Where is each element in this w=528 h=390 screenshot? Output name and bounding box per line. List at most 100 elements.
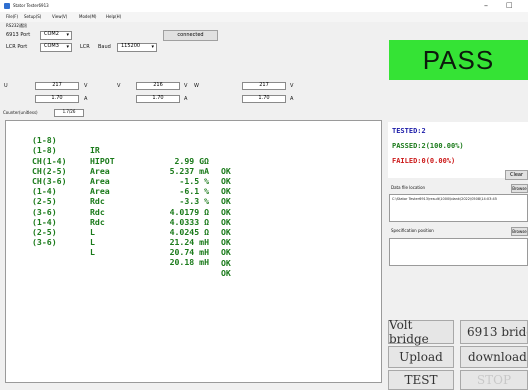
volt-bridge-button[interactable]: Volt bridge	[388, 318, 454, 346]
result-value: -6.1 %	[179, 186, 209, 197]
result-value: 2.99 GΩ	[174, 155, 209, 166]
result-test-name: Rdc	[90, 206, 105, 217]
verdict-display: PASS	[389, 40, 528, 80]
v-volt-unit: V	[184, 83, 188, 89]
result-test-name: L	[90, 237, 95, 248]
chevron-down-icon: ▾	[151, 44, 154, 50]
u-label: U	[4, 83, 8, 89]
menu-setup[interactable]: Setup(S)	[24, 15, 41, 19]
w-volt-unit: V	[290, 83, 294, 89]
counter-label: Counter(unitless)	[3, 110, 38, 115]
stop-button[interactable]: STOP	[460, 370, 528, 390]
result-value: -1.5 %	[179, 175, 209, 186]
bridge-6913-button[interactable]: 6913 bridge	[460, 320, 528, 344]
lcr-port-select-value: COM3	[44, 43, 59, 49]
result-status: OK	[221, 196, 231, 207]
result-value: 20.18 mH	[169, 257, 209, 268]
u-voltage: 217	[35, 82, 79, 90]
baud-select[interactable]: 115200 ▾	[117, 43, 157, 52]
result-position: (3-6)	[32, 237, 57, 248]
result-test-name: L	[90, 247, 95, 258]
result-test-name: Area	[90, 165, 110, 176]
title-bar: Stator Tester6913 – □	[0, 0, 528, 12]
result-test-name: Rdc	[90, 216, 105, 227]
result-test-name: HIPOT	[90, 155, 115, 166]
clear-button[interactable]: Clear	[505, 170, 528, 180]
result-row: CH(2-5) Area -6.1 % OK	[32, 156, 231, 207]
lcr-label: LCR	[80, 44, 90, 50]
test-button[interactable]: TEST	[388, 370, 454, 390]
app-icon	[4, 3, 10, 9]
results-list: (1-8) IR 2.99 GΩ OK (1-8) HIPOT 5.237 mA…	[32, 125, 231, 278]
result-status: OK	[221, 257, 231, 268]
v-current: 1.70	[136, 95, 180, 103]
data-file-browse-button[interactable]: Browse	[511, 184, 528, 193]
result-test-name: Area	[90, 175, 110, 186]
result-status: OK	[221, 216, 231, 227]
result-row: (3-6) Rdc 4.0245 Ω OK	[32, 196, 231, 248]
result-row: (3-6) L 20.18 mH OK	[32, 227, 231, 278]
port-label: 6913 Port	[6, 32, 31, 38]
result-value: 4.0179 Ω	[169, 206, 209, 217]
result-row: (2-5) Rdc 4.0333 Ω OK	[32, 186, 231, 237]
lcr-port-label: LCR Port	[6, 44, 28, 50]
result-status: OK	[221, 165, 231, 176]
menu-help[interactable]: Help(H)	[106, 15, 121, 19]
baud-select-value: 115200	[121, 43, 141, 49]
rs232-group-label: RS232通訊	[6, 23, 27, 28]
v-amp-unit: A	[184, 96, 188, 102]
result-test-name: IR	[90, 145, 100, 156]
menu-bar: File(F) Setup(S) View(V) Mode(M) Help(H)	[0, 12, 528, 22]
w-label: W	[194, 83, 199, 89]
result-row: CH(3-6) Area -3.3 % OK	[32, 166, 231, 217]
result-value: -3.3 %	[179, 196, 209, 207]
baud-label: Baud	[98, 44, 111, 50]
u-volt-unit: V	[84, 83, 88, 89]
window-title: Stator Tester6913	[13, 3, 49, 8]
data-file-path-field[interactable]: C:\Stator Tester6913\result\1000\blank\2…	[389, 194, 528, 222]
maximize-button[interactable]: □	[506, 1, 513, 9]
result-row: CH(1-4) Area -1.5 % OK	[32, 145, 231, 197]
spec-label: Specification position	[391, 228, 434, 233]
v-voltage: 216	[136, 82, 180, 90]
chevron-down-icon: ▾	[66, 44, 69, 50]
menu-mode[interactable]: Mode(M)	[79, 15, 96, 19]
result-value: 20.74 mH	[169, 247, 209, 258]
menu-file[interactable]: File(F)	[6, 15, 18, 19]
data-file-label: Data file location	[391, 185, 426, 190]
result-row: (1-4) L 21.24 mH OK	[32, 207, 231, 258]
results-panel: (1-8) IR 2.99 GΩ OK (1-8) HIPOT 5.237 mA…	[5, 120, 382, 383]
menu-view[interactable]: View(V)	[52, 15, 67, 19]
result-value: 4.0245 Ω	[169, 226, 209, 237]
result-status: OK	[221, 206, 231, 217]
w-voltage: 217	[242, 82, 286, 90]
minimize-button[interactable]: –	[484, 1, 488, 10]
upload-button[interactable]: Upload	[388, 346, 454, 368]
result-status: OK	[221, 176, 231, 186]
result-test-name: Area	[90, 186, 110, 197]
passed-count: PASSED:2(100.00%)	[392, 142, 464, 150]
spec-browse-button[interactable]: Browse	[511, 227, 528, 236]
counter-value: 1.7/26	[54, 109, 84, 117]
data-file-path: C:\Stator Tester6913\result\1000\blank\2…	[392, 197, 497, 201]
result-status: OK	[221, 267, 231, 278]
spec-path-field[interactable]	[389, 238, 528, 266]
lcr-port-select[interactable]: COM3 ▾	[40, 43, 72, 52]
result-test-name: L	[90, 226, 95, 237]
connect-button[interactable]: connected	[163, 30, 218, 41]
result-value: 5.237 mA	[169, 165, 209, 176]
u-current: 1.70	[35, 95, 79, 103]
port-select-value: COM2	[44, 31, 59, 37]
result-status: OK	[221, 226, 231, 237]
result-row: (1-8) IR 2.99 GΩ OK	[32, 125, 231, 176]
w-amp-unit: A	[290, 96, 294, 102]
result-row: (2-5) L 20.74 mH OK	[32, 217, 231, 268]
result-status: OK	[221, 247, 231, 258]
result-status: OK	[221, 186, 231, 197]
result-row: (1-8) HIPOT 5.237 mA OK	[32, 135, 231, 186]
w-current: 1.70	[242, 95, 286, 103]
u-amp-unit: A	[84, 96, 88, 102]
port-select[interactable]: COM2 ▾	[40, 31, 72, 40]
result-test-name: Rdc	[90, 196, 105, 207]
download-button[interactable]: download	[460, 346, 528, 368]
